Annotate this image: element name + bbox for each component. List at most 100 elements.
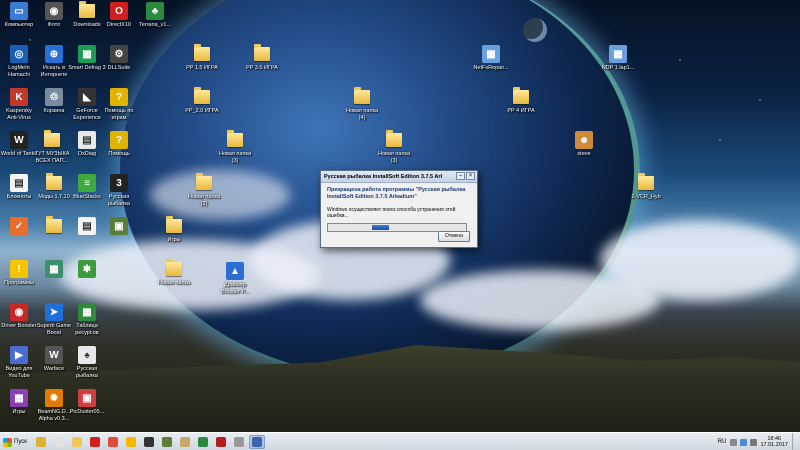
error-dialog: Русская рыбалка InstallSoft Edition 3.7.… [320,170,478,248]
taskbar-media[interactable] [51,435,67,449]
taskbar-opera[interactable] [87,435,103,449]
desktop-icon[interactable]: ☻ steve [565,131,603,158]
desktop-icon[interactable]: Новая папка (3) [216,130,254,165]
desktop-icon[interactable]: ▤ Блокноты [0,174,38,201]
desktop-icon[interactable]: ✓ [0,217,38,237]
desktop-icon-label: LogMeIn Hamachi [8,65,30,78]
desktop-icon[interactable]: O DirectX10 [100,2,138,29]
language-indicator[interactable]: RU [718,439,727,445]
moon [523,18,547,42]
tray-arrow-icon[interactable] [730,438,738,446]
desktop-icon[interactable]: ▦ Таблица ресурсов [68,303,106,337]
computer-icon: ▭ [9,2,29,20]
desktop-icon-label: Помощь по играм [104,108,134,121]
desktop-icon[interactable]: PP_2.0 ИГРА [183,87,221,115]
minimize-button[interactable]: – [456,172,465,180]
desktop-icon[interactable]: ▲ Драйвер Booster P... [216,262,254,296]
pp15-folder-icon [192,44,212,63]
desktop-icon[interactable]: PP 3.5 ИГРА [243,44,281,72]
notepad-icon: ▤ [9,174,29,192]
desktop-icon-label: PP 4 ИГРА [507,108,535,114]
desktop-icon[interactable]: Новая папка (4) [343,87,381,122]
directx-icon: O [109,2,129,20]
bluestacks-icon: ≡ [77,174,97,192]
desktop-icon[interactable]: PP 1.5 ИГРА [183,44,221,72]
desktop-icon[interactable]: Новая папка [155,259,193,287]
taskbar-yandex-icon [126,437,136,447]
show-desktop-button[interactable] [792,433,798,450]
hamachi-icon: ◎ [9,45,29,63]
desktop-icon[interactable]: ♣ Terraria_v1... [136,2,174,29]
taskbar-wot-icon [144,437,154,447]
taskbar-video-icon [180,437,190,447]
desktop-icon[interactable]: ⚙ DLLSuite [100,45,138,72]
taskbar-video[interactable] [177,435,193,449]
minecraft-icon: ▣ [109,217,129,235]
desktop-icon[interactable]: ТУТ МУЗЫКА ВСЕХ ПАП... [33,130,71,165]
dialog-body: Прекращена работа программы "Русская рыб… [321,183,477,236]
desktop-icon[interactable]: ▶ Видео для YouTube [0,346,38,380]
taskbar-yandex[interactable] [123,435,139,449]
desktop-icon-label: Игры [167,237,181,243]
desktop-icon[interactable]: ◎ LogMeIn Hamachi [0,45,38,79]
cloud [420,270,660,330]
vcr-folder-icon [636,173,656,192]
pp20-folder-icon [192,87,212,106]
taskbar-minecraft[interactable] [159,435,175,449]
desktop-icon[interactable]: Новая папка (3) [375,130,413,165]
desktop-icon[interactable]: ♠ Русская рыбалка [68,346,106,380]
desktop-icon-label: Русская рыбалка [108,194,130,207]
windows-logo-icon [3,437,12,447]
desktop-icon[interactable]: K Kaspersky Anti-Virus [0,88,38,122]
document-icon: ▤ [77,217,97,235]
desktop-icon[interactable]: 3 Русская рыбалка [100,174,138,208]
dialog-message: Windows осуществляет поиск способа устра… [327,207,456,219]
network-icon[interactable] [740,438,748,446]
ndp-icon: ▦ [608,45,628,63]
taskbar-chrome[interactable] [105,435,121,449]
desktop-icon[interactable]: ▦ NDP 1 lap1... [599,45,637,72]
desktop-icon[interactable]: ✱ [68,260,106,280]
desktop-icon[interactable]: ! Программы [0,260,38,287]
desktop-icon[interactable]: PP 4 ИГРА [502,87,540,115]
desktop-icon[interactable]: ? Помощь [100,131,138,158]
recycle-bin-icon: ♲ [44,88,64,106]
desktop-icon[interactable]: ▭ Компьютер [0,2,38,29]
clock[interactable]: 18:46 17.01.2017 [760,436,788,448]
desktop-icon[interactable]: 2-VCR_Hyb [627,173,665,201]
taskbar-chrome-icon [108,437,118,447]
mods-folder-icon [44,173,64,192]
volume-icon[interactable] [750,438,758,446]
desktop-icon[interactable]: ? Помощь по играм [100,88,138,122]
desktop-icon[interactable]: Игры [155,216,193,244]
desktop-icon[interactable]: ◉ Driver Booster [0,303,38,330]
taskbar-folder[interactable] [69,435,85,449]
taskbar-terraria-icon [198,437,208,447]
desktop-icon-label: steve [577,151,591,157]
desktop-icon-label: DLLSuite [107,65,131,71]
desktop-icon[interactable]: ▦ NetFxRepair... [472,45,510,72]
taskbar-wot[interactable] [141,435,157,449]
taskbar-buttons [31,435,265,449]
desktop-icon[interactable]: Новая папка (2) [185,173,223,208]
taskbar-fishing[interactable] [249,435,265,449]
desktop-icon-label: Программы [4,280,34,286]
taskbar-roblox[interactable] [213,435,229,449]
desktop-icon[interactable]: ▣ PicDuster05... [68,389,106,416]
cancel-button[interactable]: Отмена [438,231,470,242]
dialog-titlebar[interactable]: Русская рыбалка InstallSoft Edition 3.7.… [321,171,477,183]
taskbar-terraria[interactable] [195,435,211,449]
folder-icon [44,216,64,235]
desktop-icon-label: Компьютер [4,22,34,28]
desktop-icon[interactable]: ▣ [100,217,138,237]
taskbar-app[interactable] [231,435,247,449]
booster-shortcut-icon: ▲ [225,262,245,280]
warface-icon: W [44,346,64,364]
taskbar-explorer[interactable] [33,435,49,449]
dxdiag-icon: ▤ [77,131,97,149]
close-button[interactable]: × [466,172,475,180]
kaspersky-icon: K [9,88,29,106]
desktop-icon[interactable]: ▦ Игры [0,389,38,416]
taskbar-opera-icon [90,437,100,447]
start-button[interactable]: Пуск [1,435,31,449]
